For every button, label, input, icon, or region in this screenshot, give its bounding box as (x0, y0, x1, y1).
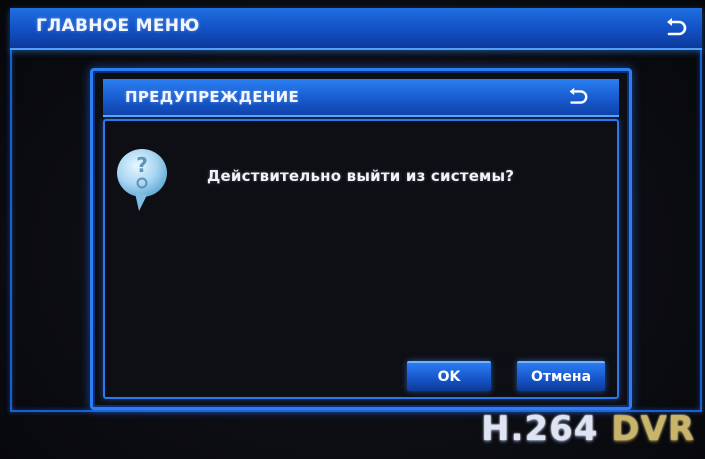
svg-text:?: ? (136, 153, 148, 177)
back-arrow-icon[interactable] (662, 15, 688, 41)
ok-button[interactable]: OK (407, 361, 491, 391)
brand-codec: H.264 (481, 409, 599, 449)
warning-dialog: ПРЕДУПРЕЖДЕНИЕ ? Действительно выйти из … (90, 68, 632, 410)
main-panel-right-border (700, 48, 702, 412)
main-menu-title: ГЛАВНОЕ МЕНЮ (36, 16, 200, 36)
question-bubble-icon: ? (115, 145, 169, 215)
cancel-button[interactable]: Отмена (517, 361, 605, 391)
dialog-title: ПРЕДУПРЕЖДЕНИЕ (125, 88, 300, 106)
brand-logo: H.264 DVR (481, 409, 695, 449)
dialog-header: ПРЕДУПРЕЖДЕНИЕ (103, 79, 619, 117)
confirm-message: Действительно выйти из системы? (207, 167, 515, 185)
dvr-screen: ГЛАВНОЕ МЕНЮ ПРЕДУПРЕЖДЕНИЕ ? Действител… (0, 0, 705, 459)
dialog-body-frame (103, 119, 619, 399)
main-menu-header: ГЛАВНОЕ МЕНЮ (10, 8, 702, 50)
brand-product: DVR (611, 409, 695, 449)
main-panel-left-border (10, 48, 12, 412)
back-arrow-icon[interactable] (565, 85, 589, 109)
